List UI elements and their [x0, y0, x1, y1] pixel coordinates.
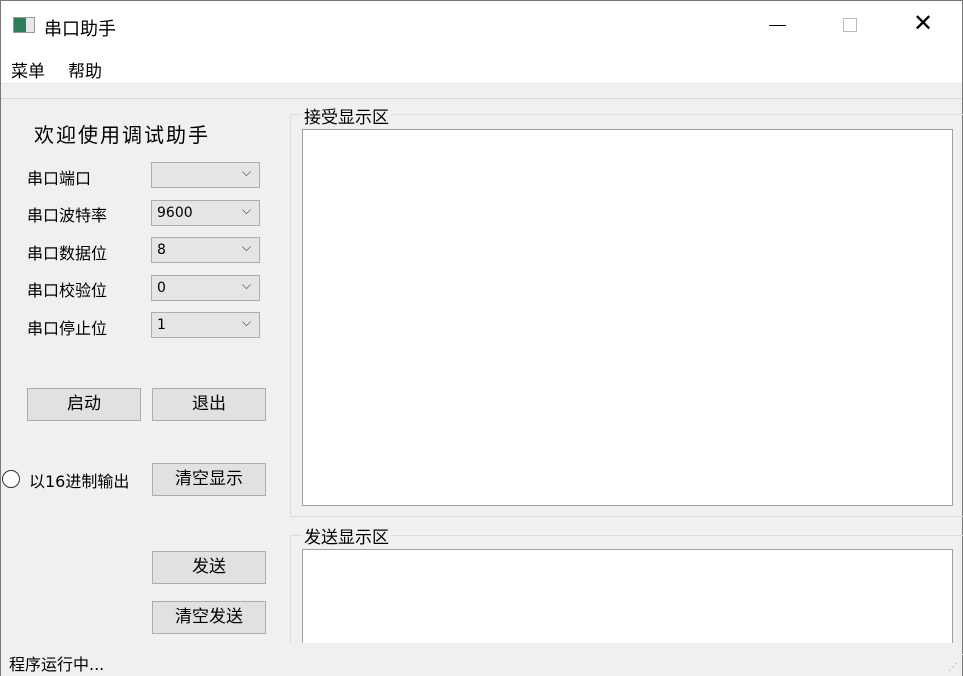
send-group-label: 发送显示区 [302, 523, 391, 548]
resize-grip-icon[interactable]: ⋰ [948, 662, 958, 673]
chevron-down-icon: ⌵ [241, 240, 251, 254]
clear-display-button[interactable]: 清空显示 [152, 463, 266, 496]
menu-item-menu[interactable]: 菜单 [11, 57, 45, 82]
status-bar: 程序运行中... ⋰ [1, 643, 962, 676]
app-window-icon [13, 17, 35, 33]
hex-output-radio[interactable] [2, 470, 20, 488]
window-title: 串口助手 [44, 19, 116, 40]
stopbits-label: 串口停止位 [27, 319, 108, 338]
clear-send-button[interactable]: 清空发送 [152, 601, 266, 634]
parity-label: 串口校验位 [27, 281, 108, 300]
baud-label: 串口波特率 [27, 206, 108, 225]
chevron-down-icon: ⌵ [241, 165, 251, 179]
chevron-down-icon: ⌵ [241, 278, 251, 292]
toolbar [1, 83, 962, 99]
close-icon[interactable]: ✕ [913, 9, 933, 37]
status-text: 程序运行中... [9, 655, 105, 674]
menu-bar: 菜单 帮助 [1, 51, 962, 83]
databits-select[interactable]: 8 ⌵ [151, 237, 260, 263]
baud-select[interactable]: 9600 ⌵ [151, 200, 260, 226]
send-button[interactable]: 发送 [152, 551, 266, 584]
send-input-area[interactable] [302, 549, 953, 649]
parity-select[interactable]: 0 ⌵ [151, 275, 260, 301]
hex-output-label[interactable]: 以16进制输出 [29, 468, 129, 492]
receive-group-label: 接受显示区 [302, 103, 391, 128]
menu-item-help[interactable]: 帮助 [68, 57, 102, 82]
databits-label: 串口数据位 [27, 244, 108, 263]
port-label: 串口端口 [27, 169, 92, 188]
stopbits-select[interactable]: 1 ⌵ [151, 312, 260, 338]
start-button[interactable]: 启动 [27, 388, 141, 421]
title-bar: 串口助手 ✕ [1, 1, 962, 51]
maximize-icon[interactable] [843, 18, 857, 32]
port-select[interactable]: ⌵ [151, 162, 260, 188]
chevron-down-icon: ⌵ [241, 203, 251, 217]
chevron-down-icon: ⌵ [241, 315, 251, 329]
minimize-icon[interactable] [769, 25, 786, 26]
receive-display-area[interactable] [302, 129, 953, 506]
exit-button[interactable]: 退出 [152, 388, 266, 421]
welcome-title: 欢迎使用调试助手 [34, 123, 210, 147]
